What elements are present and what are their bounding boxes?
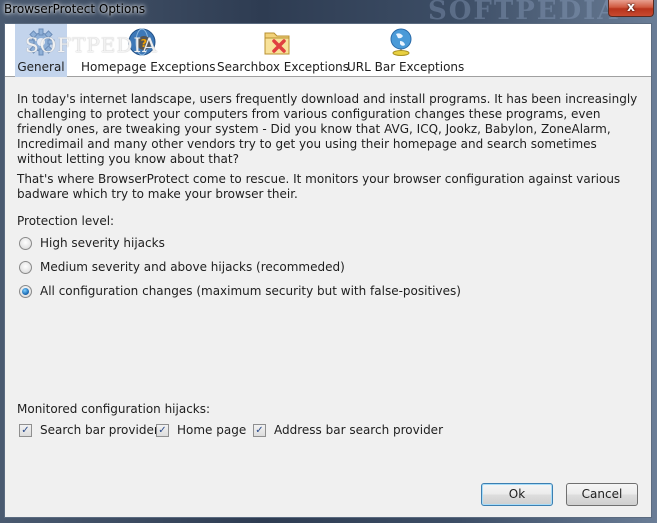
ok-button[interactable]: Ok (481, 483, 553, 506)
svg-text:?: ? (141, 37, 147, 50)
checkbox-checked[interactable]: ✓ (253, 423, 266, 437)
radio-label: Medium severity and above hijacks (recom… (40, 260, 345, 274)
tab-label: General (17, 60, 65, 74)
monitored-hijacks-label: Monitored configuration hijacks: (17, 402, 211, 416)
checkbox-label: Search bar provider (40, 423, 159, 437)
radio-high-severity[interactable]: High severity hijacks (19, 235, 165, 251)
globe-network-icon (390, 28, 412, 56)
checkbox-label: Address bar search provider (274, 423, 443, 437)
close-icon: x (627, 0, 635, 14)
intro-paragraph: In today's internet landscape, users fre… (17, 92, 638, 166)
radio-medium-severity[interactable]: Medium severity and above hijacks (recom… (19, 259, 345, 275)
checkbox-label: Home page (177, 423, 247, 437)
tab-label: Homepage Exceptions (81, 60, 216, 74)
folder-x-icon (264, 32, 290, 55)
gear-icon (27, 28, 55, 56)
tab-general[interactable]: General (15, 24, 67, 77)
tab-label: Searchbox Exceptions (217, 60, 350, 74)
cancel-button[interactable]: Cancel (566, 483, 638, 506)
tab-label: URL Bar Exceptions (347, 60, 465, 74)
checkbox-address-bar-search-provider[interactable]: ✓ Address bar search provider (253, 422, 443, 438)
tab-toolbar: General ? Homepage Exceptions Searchbox … (5, 24, 651, 77)
radio-label: All configuration changes (maximum secur… (40, 284, 461, 298)
close-button[interactable]: x (608, 0, 654, 17)
dialog-client: General ? Homepage Exceptions Searchbox … (4, 23, 652, 518)
globe-question-icon: ? (128, 28, 156, 56)
radio-button-selected[interactable] (19, 284, 32, 298)
checkbox-search-bar-provider[interactable]: ✓ Search bar provider (19, 422, 159, 438)
tab-url-bar-exceptions[interactable]: URL Bar Exceptions (347, 24, 465, 77)
tab-searchbox-exceptions[interactable]: Searchbox Exceptions (217, 24, 350, 77)
window-title: BrowserProtect Options (4, 2, 146, 16)
title-bar[interactable]: SOFTPEDIA BrowserProtect Options x (0, 0, 657, 26)
radio-all-changes[interactable]: All configuration changes (maximum secur… (19, 283, 461, 299)
rescue-paragraph: That's where BrowserProtect come to resc… (17, 172, 621, 201)
radio-label: High severity hijacks (40, 236, 165, 250)
options-window: SOFTPEDIA BrowserProtect Options x Gener… (0, 0, 657, 523)
radio-button[interactable] (19, 260, 32, 274)
tab-homepage-exceptions[interactable]: ? Homepage Exceptions (81, 24, 216, 77)
description: In today's internet landscape, users fre… (17, 92, 642, 207)
checkbox-home-page[interactable]: ✓ Home page (156, 422, 246, 438)
protection-level-label: Protection level: (17, 214, 115, 228)
checkbox-checked[interactable]: ✓ (156, 423, 169, 437)
checkbox-checked[interactable]: ✓ (19, 423, 32, 437)
radio-button[interactable] (19, 236, 32, 250)
